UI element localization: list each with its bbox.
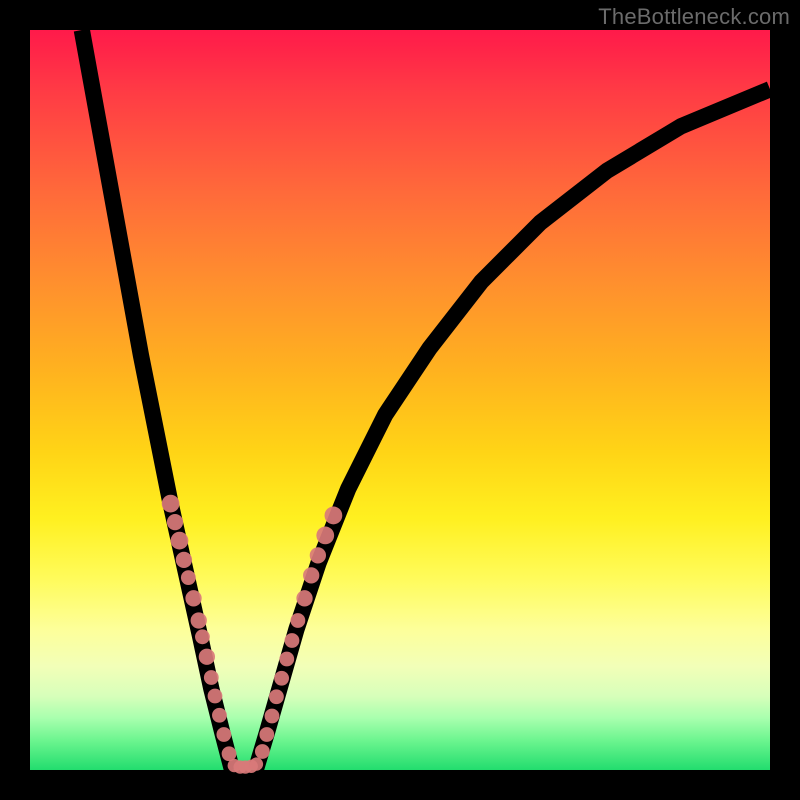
data-point [204,670,219,685]
chart-stage: TheBottleneck.com [0,0,800,800]
data-point [265,709,280,724]
data-point [269,689,284,704]
data-points-group [162,495,343,774]
data-point [176,552,192,568]
data-point [274,671,289,686]
data-point [255,744,270,759]
curve-right-branch [256,89,770,770]
data-point [316,527,334,545]
data-point [167,514,183,530]
chart-svg [30,30,770,770]
data-point [303,567,319,583]
data-point [181,570,196,585]
data-point [259,727,274,742]
plot-area [30,30,770,770]
watermark-text: TheBottleneck.com [598,4,790,30]
data-point [191,612,207,628]
data-point [216,727,231,742]
data-point [195,629,210,644]
data-point [250,757,263,770]
data-point [171,532,189,550]
data-point [290,613,305,628]
data-point [325,507,343,525]
data-point [212,708,227,723]
data-point [222,746,237,761]
data-point [185,590,201,606]
data-point [296,590,312,606]
data-point [162,495,180,513]
data-point [199,649,215,665]
data-point [310,547,326,563]
data-point [285,633,300,648]
data-point [279,652,294,667]
data-point [208,689,223,704]
